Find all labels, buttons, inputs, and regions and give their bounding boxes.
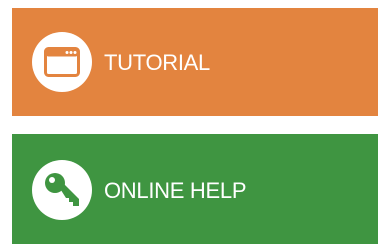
tutorial-icon-circle xyxy=(32,32,92,92)
online-help-label: ONLINE HELP xyxy=(104,178,247,203)
browser-window-icon xyxy=(44,47,80,77)
tutorial-tile[interactable]: TUTORIAL xyxy=(12,8,378,116)
tutorial-label: TUTORIAL xyxy=(104,50,210,75)
online-help-tile[interactable]: ONLINE HELP xyxy=(12,134,378,244)
online-help-icon-circle xyxy=(32,160,92,220)
key-icon xyxy=(45,173,79,206)
